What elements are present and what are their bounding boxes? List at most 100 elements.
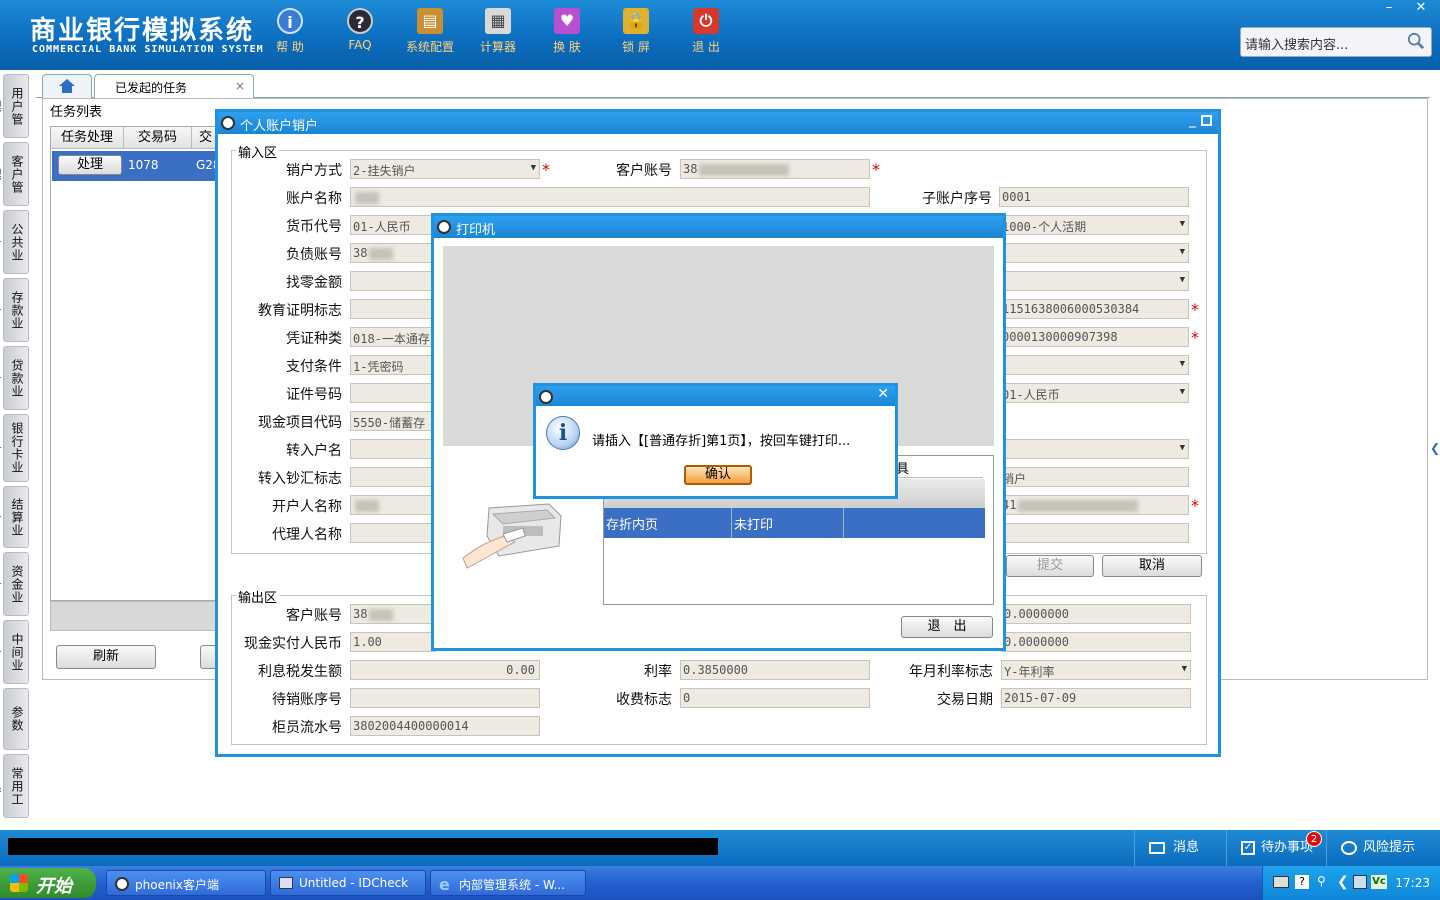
toolbar-exit-button[interactable]: ⏻ 退 出 (674, 8, 738, 55)
app-title: 商业银行模拟系统 (30, 16, 255, 46)
customer-account-field[interactable]: 38 (680, 159, 870, 179)
dialog-minimize-icon[interactable]: _ (1189, 112, 1196, 128)
redacted-text (369, 608, 394, 621)
right-field-r5[interactable]: 1151638006000530384 (999, 299, 1189, 319)
right-field-r6[interactable]: 0000130000907398 (999, 327, 1189, 347)
nav-bank-card-business[interactable]: 银行卡业务 (0, 414, 29, 482)
process-button[interactable]: 处理 (58, 155, 122, 175)
printer-exit-button[interactable]: 退 出 (901, 616, 993, 638)
print-item-status: 未打印 (734, 518, 774, 533)
out-customer-account-value: 38 (353, 607, 368, 621)
column-header-code[interactable]: 交易码 (124, 127, 192, 149)
right-field-r12[interactable]: 41 (999, 495, 1189, 515)
right-select-r7[interactable]: ▼ (999, 355, 1189, 375)
nav-parameters[interactable]: 参数 (3, 688, 29, 750)
table-row[interactable]: 处理 1078 G28 (52, 151, 221, 181)
cash-item-code-field[interactable]: 5550-储蓄存 (350, 411, 436, 431)
right-select-r10[interactable]: ▼ (999, 439, 1189, 459)
vc-tray-icon[interactable]: Vc (1371, 875, 1387, 889)
submit-button[interactable]: 提交 (1006, 555, 1094, 577)
nav-common-tools[interactable]: 常用工具 (0, 754, 29, 818)
todo-label: 待办事项 (1261, 840, 1314, 855)
redacted-text (355, 191, 379, 204)
dialog-maximize-icon[interactable] (1201, 115, 1212, 126)
table-row[interactable]: 存折内页 未打印 (604, 508, 985, 538)
collapse-arrow-icon[interactable]: ❮ (1430, 428, 1440, 468)
liability-account-field[interactable]: 38 (350, 243, 436, 263)
tab-home[interactable] (42, 74, 92, 98)
refresh-button[interactable]: 刷新 (56, 645, 156, 669)
right-field-r11[interactable]: 销户 (999, 467, 1189, 487)
close-window-button[interactable]: ✕ (1406, 0, 1436, 18)
taskbar-item-browser[interactable]: e 内部管理系统 - W... (430, 870, 586, 896)
label-opener-name: 开户人名称 (272, 499, 342, 515)
product-select[interactable]: 1000-个人活期 ▼ (999, 215, 1189, 235)
out-right-field-2: 0.0000000 (1001, 632, 1191, 652)
nav-intermediate-business[interactable]: 中间业务 (0, 620, 29, 684)
right-field-r13[interactable] (999, 523, 1189, 543)
nav-deposit-business[interactable]: 存款业务 (0, 278, 29, 342)
redacted-text (1018, 499, 1139, 512)
start-button[interactable]: 开始 (0, 868, 96, 898)
right-select-r3[interactable]: ▼ (999, 243, 1189, 263)
nav-user-management[interactable]: 用户管理 (0, 74, 29, 138)
tab-initiated-tasks[interactable]: 已发起的任务 × (94, 74, 254, 98)
chevron-left-icon[interactable]: ❮ (1337, 874, 1349, 890)
label-voucher-type: 凭证种类 (286, 331, 342, 347)
network-icon[interactable] (1353, 875, 1367, 889)
help-tray-icon[interactable]: ? (1295, 875, 1309, 889)
rate-flag-select[interactable]: Y-年利率 ▼ (1001, 660, 1191, 680)
id-number-field[interactable] (350, 383, 436, 403)
label-sub-account-no: 子账户序号 (922, 191, 992, 207)
keyboard-icon[interactable] (1273, 876, 1289, 888)
teller-serial-field: 3802004400000014 (350, 716, 540, 736)
lock-icon: 🔒 (623, 8, 649, 34)
right-select-r4[interactable]: ▼ (999, 271, 1189, 291)
taskbar-item-idcheck[interactable]: Untitled - IDCheck (270, 870, 426, 896)
nav-fund-business[interactable]: 资金业务 (0, 552, 29, 616)
nav-settlement-business[interactable]: 结算业务 (0, 486, 29, 548)
taskbar-item-phoenix[interactable]: phoenix客户端 (106, 870, 266, 896)
risk-button[interactable]: 风险提示 (1326, 830, 1440, 866)
account-name-field[interactable] (350, 187, 870, 207)
printer-icon (462, 503, 562, 569)
change-amount-field[interactable] (350, 271, 436, 291)
toolbar-config-button[interactable]: ▤ 系统配置 (398, 8, 462, 55)
column-header-action[interactable]: 任务处理 (51, 127, 124, 149)
toolbar-faq-button[interactable]: ? FAQ (328, 8, 392, 52)
trade-date-field: 2015-07-09 (1001, 688, 1191, 708)
agent-name-field[interactable] (350, 523, 436, 543)
label-transfer-cash-flag: 转入钞汇标志 (258, 471, 342, 487)
transfer-cash-flag-field[interactable] (350, 467, 436, 487)
payment-condition-field[interactable]: 1-凭密码 (350, 355, 436, 375)
dialog-title-bar: 个人账户销户 _ (218, 112, 1218, 134)
search-placeholder: 请输入搜索内容... (1245, 38, 1349, 53)
nav-public-business[interactable]: 公共业务 (0, 210, 29, 274)
search-icon[interactable] (1407, 32, 1425, 50)
messages-button[interactable]: 消息 (1134, 830, 1226, 866)
nav-loan-business[interactable]: 贷款业务 (0, 346, 29, 410)
toolbar-lock-button[interactable]: 🔒 锁 屏 (604, 8, 668, 55)
pin-icon[interactable]: ⚲ (1317, 874, 1326, 888)
right-select-r8[interactable]: 01-人民币 ▼ (999, 383, 1189, 403)
exit-icon: ⏻ (693, 8, 719, 34)
tab-close-icon[interactable]: × (235, 79, 245, 93)
calculator-icon: ▦ (485, 8, 511, 34)
toolbar-calculator-button[interactable]: ▦ 计算器 (466, 8, 530, 55)
minimize-window-button[interactable]: – (1374, 0, 1404, 18)
currency-code-field[interactable]: 01-人民币 (350, 215, 436, 235)
search-input[interactable]: 请输入搜索内容... (1240, 27, 1432, 57)
voucher-type-field[interactable]: 018-一本通存 (350, 327, 436, 347)
confirm-button[interactable]: 确认 (684, 465, 752, 485)
cancel-button[interactable]: 取消 (1102, 555, 1202, 577)
close-method-select[interactable]: 2-挂失销户 ▼ (350, 159, 540, 179)
chevron-down-icon: ▼ (530, 163, 536, 173)
sub-account-no-field[interactable]: 0001 (999, 187, 1189, 207)
opener-name-field[interactable] (350, 495, 436, 515)
nav-customer-management[interactable]: 客户管理 (0, 142, 29, 206)
toolbar-skin-button[interactable]: ♥ 换 肤 (535, 8, 599, 55)
toolbar-help-button[interactable]: i 帮 助 (258, 8, 322, 55)
close-icon[interactable]: ✕ (877, 386, 889, 402)
transfer-name-field[interactable] (350, 439, 436, 459)
education-cert-field[interactable] (350, 299, 436, 319)
